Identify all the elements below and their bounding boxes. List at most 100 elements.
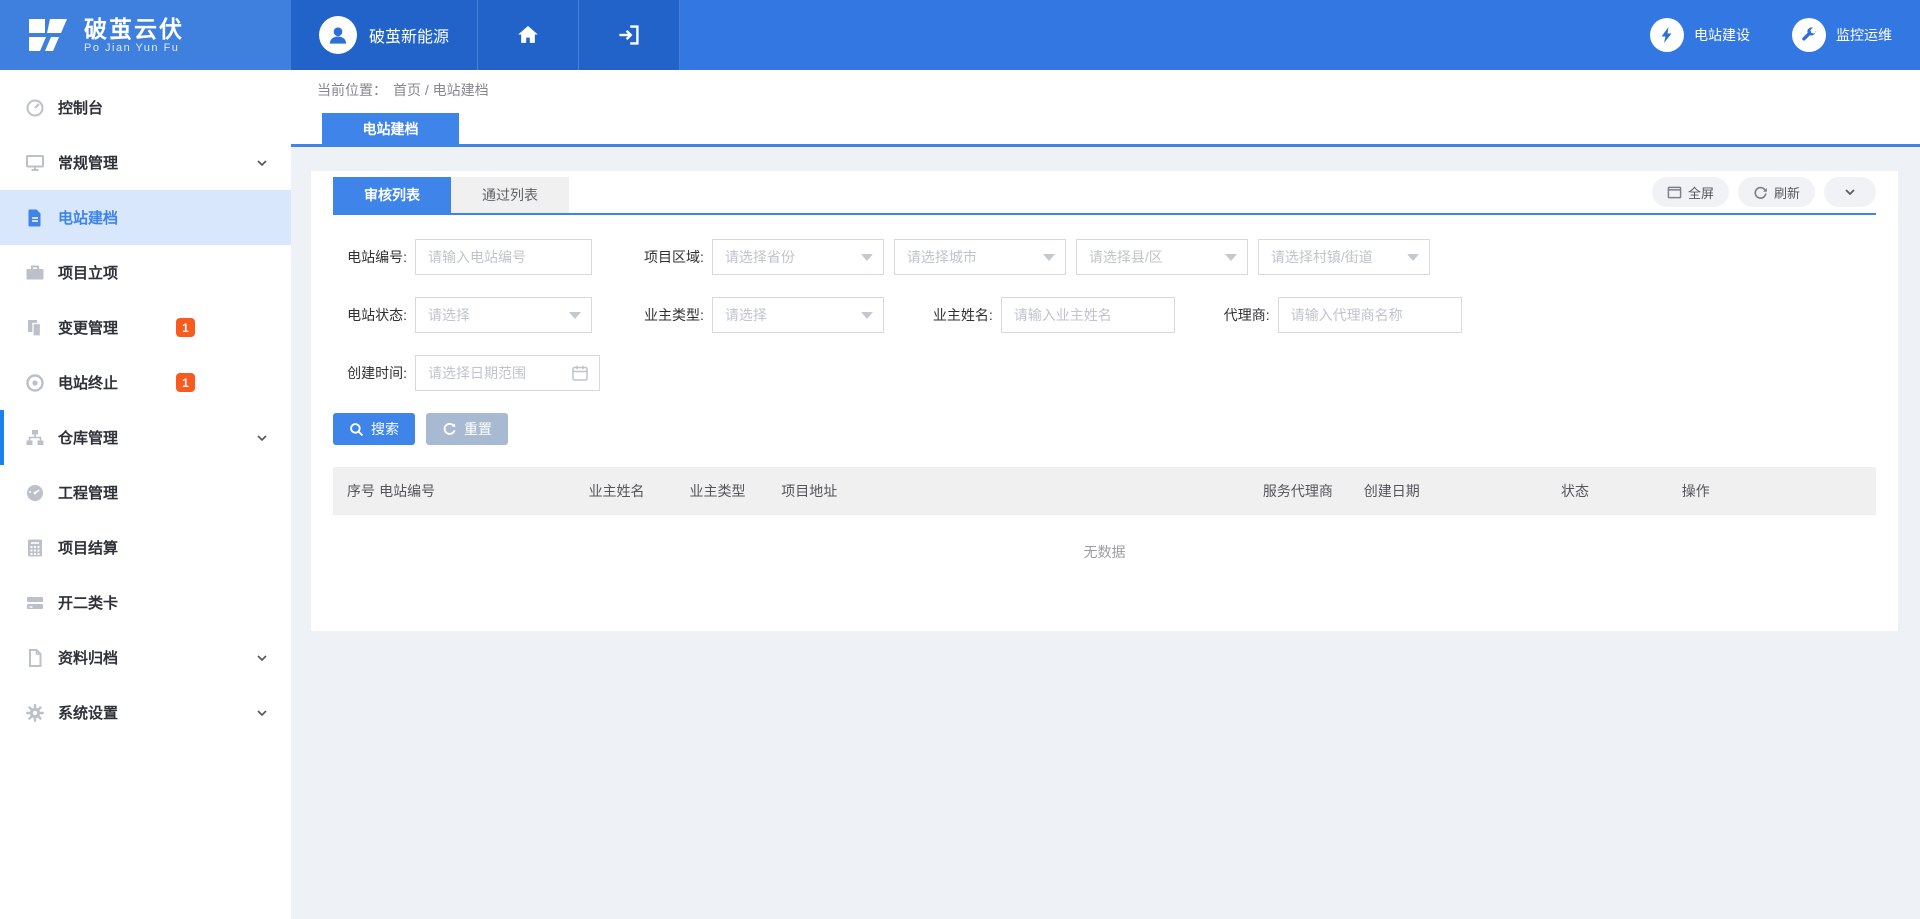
sidebar-item-station-archive[interactable]: 电站建档 — [0, 190, 291, 245]
page-tab-bar: 电站建档 — [291, 110, 1920, 147]
content-area: 当前位置： 首页 / 电站建档 电站建档 审核列表 通过列表 全屏 — [291, 70, 1920, 919]
brand-logo-icon — [26, 13, 70, 57]
sidebar-item-project-settlement[interactable]: 项目结算 — [0, 520, 291, 575]
fullscreen-icon — [1667, 185, 1682, 200]
fullscreen-button[interactable]: 全屏 — [1652, 177, 1729, 207]
calendar-icon — [571, 364, 589, 382]
table-header-row: 序号 电站编号 业主姓名 业主类型 项目地址 服务代理商 创建日期 状态 操作 — [333, 467, 1876, 515]
lightning-icon — [1650, 18, 1684, 52]
sidebar-item-console[interactable]: 控制台 — [0, 80, 291, 135]
brand-title: 破茧云伏 — [84, 16, 184, 42]
sidebar-item-open-card[interactable]: 开二类卡 — [0, 575, 291, 630]
filter-form: 电站编号: 项目区域: 请选择省份 请选择城市 请选择县/区 — [333, 215, 1876, 445]
monitor-icon — [25, 153, 45, 173]
col-status: 状态 — [1561, 481, 1682, 501]
owner-name-label: 业主姓名: — [933, 305, 993, 325]
top-nav: 破茧新能源 — [291, 0, 680, 70]
panel-tabs: 审核列表 通过列表 全屏 刷新 — [333, 177, 1876, 215]
chevron-down-icon — [1843, 185, 1857, 199]
sidebar-item-project-initiation[interactable]: 项目立项 — [0, 245, 291, 300]
owner-type-label: 业主类型: — [644, 305, 704, 325]
breadcrumb-prefix: 当前位置： — [317, 80, 387, 100]
breadcrumb-path[interactable]: 首页 / 电站建档 — [393, 80, 489, 100]
document-icon — [25, 208, 45, 228]
col-station-no: 电站编号 — [379, 481, 588, 501]
tab-review-list[interactable]: 审核列表 — [333, 177, 451, 213]
refresh-button[interactable]: 刷新 — [1738, 177, 1815, 207]
select-caret-icon — [1407, 254, 1419, 261]
chevron-down-icon — [255, 431, 269, 445]
station-build-link[interactable]: 电站建设 — [1650, 18, 1750, 52]
user-menu[interactable]: 破茧新能源 — [291, 0, 478, 70]
app-window: 破茧云伏 Po Jian Yun Fu 破茧新能源 — [0, 0, 1920, 919]
top-right-links: 电站建设 监控运维 — [680, 0, 1920, 70]
select-caret-icon — [861, 312, 873, 319]
monitor-ops-link[interactable]: 监控运维 — [1792, 18, 1892, 52]
agent-label: 代理商: — [1224, 305, 1270, 325]
col-owner-type: 业主类型 — [689, 481, 781, 501]
station-terminate-badge: 1 — [176, 373, 195, 392]
province-select[interactable]: 请选择省份 — [712, 239, 884, 275]
station-no-input[interactable] — [415, 239, 592, 275]
chevron-down-icon — [255, 651, 269, 665]
chevron-down-icon — [255, 156, 269, 170]
home-icon — [516, 23, 540, 47]
sidebar-item-station-terminate[interactable]: 电站终止 1 — [0, 355, 291, 410]
logout-icon — [617, 23, 641, 47]
date-range-picker[interactable]: 请选择日期范围 — [415, 355, 600, 391]
sidebar-item-change-mgmt[interactable]: 变更管理 1 — [0, 300, 291, 355]
select-caret-icon — [1043, 254, 1055, 261]
col-seq: 序号 — [347, 481, 379, 501]
search-button[interactable]: 搜索 — [333, 413, 415, 445]
reset-button[interactable]: 重置 — [426, 413, 508, 445]
search-icon — [349, 422, 364, 437]
sidebar-item-data-archive[interactable]: 资料归档 — [0, 630, 291, 685]
chevron-down-icon — [255, 706, 269, 720]
panel-toolbar: 全屏 刷新 — [1652, 177, 1876, 213]
agent-input[interactable] — [1278, 297, 1462, 333]
avatar — [319, 16, 357, 54]
select-caret-icon — [569, 312, 581, 319]
sidebar-item-general-mgmt[interactable]: 常规管理 — [0, 135, 291, 190]
page-tab-station-archive[interactable]: 电站建档 — [322, 113, 459, 144]
village-select[interactable]: 请选择村镇/街道 — [1258, 239, 1430, 275]
region-label: 项目区域: — [644, 247, 704, 267]
sidebar: 控制台 常规管理 电站建档 项 — [0, 70, 291, 919]
station-status-select[interactable]: 请选择 — [415, 297, 592, 333]
col-owner-name: 业主姓名 — [589, 481, 690, 501]
briefcase-icon — [25, 263, 45, 283]
city-select[interactable]: 请选择城市 — [894, 239, 1066, 275]
results-table: 序号 电站编号 业主姓名 业主类型 项目地址 服务代理商 创建日期 状态 操作 … — [333, 467, 1876, 589]
county-select[interactable]: 请选择县/区 — [1076, 239, 1248, 275]
sidebar-item-system-settings[interactable]: 系统设置 — [0, 685, 291, 740]
station-build-label: 电站建设 — [1694, 25, 1750, 45]
user-name: 破茧新能源 — [369, 23, 449, 47]
form-actions: 搜索 重置 — [333, 413, 1876, 445]
brand-logo: 破茧云伏 Po Jian Yun Fu — [0, 0, 291, 70]
station-status-label: 电站状态: — [333, 305, 407, 325]
sidebar-item-engineering-mgmt[interactable]: 工程管理 — [0, 465, 291, 520]
home-button[interactable] — [478, 0, 579, 70]
top-bar: 破茧云伏 Po Jian Yun Fu 破茧新能源 — [0, 0, 1920, 70]
copy-icon — [25, 318, 45, 338]
brand-subtitle: Po Jian Yun Fu — [84, 42, 184, 54]
tab-passed-list[interactable]: 通过列表 — [451, 177, 569, 213]
sidebar-item-warehouse-mgmt[interactable]: 仓库管理 — [0, 410, 291, 465]
wrench-icon — [1792, 18, 1826, 52]
col-created-date: 创建日期 — [1364, 481, 1561, 501]
refresh-icon — [1753, 185, 1768, 200]
dashboard-icon — [25, 98, 45, 118]
col-project-addr: 项目地址 — [781, 481, 1263, 501]
select-caret-icon — [1225, 254, 1237, 261]
gauge-icon — [25, 483, 45, 503]
owner-name-input[interactable] — [1001, 297, 1175, 333]
owner-type-select[interactable]: 请选择 — [712, 297, 884, 333]
reset-icon — [442, 422, 457, 437]
main-panel: 审核列表 通过列表 全屏 刷新 — [311, 171, 1898, 631]
monitor-ops-label: 监控运维 — [1836, 25, 1892, 45]
breadcrumb: 当前位置： 首页 / 电站建档 — [291, 70, 1920, 110]
col-actions: 操作 — [1682, 481, 1876, 501]
logout-button[interactable] — [579, 0, 680, 70]
card-icon — [25, 593, 45, 613]
collapse-button[interactable] — [1824, 177, 1876, 207]
